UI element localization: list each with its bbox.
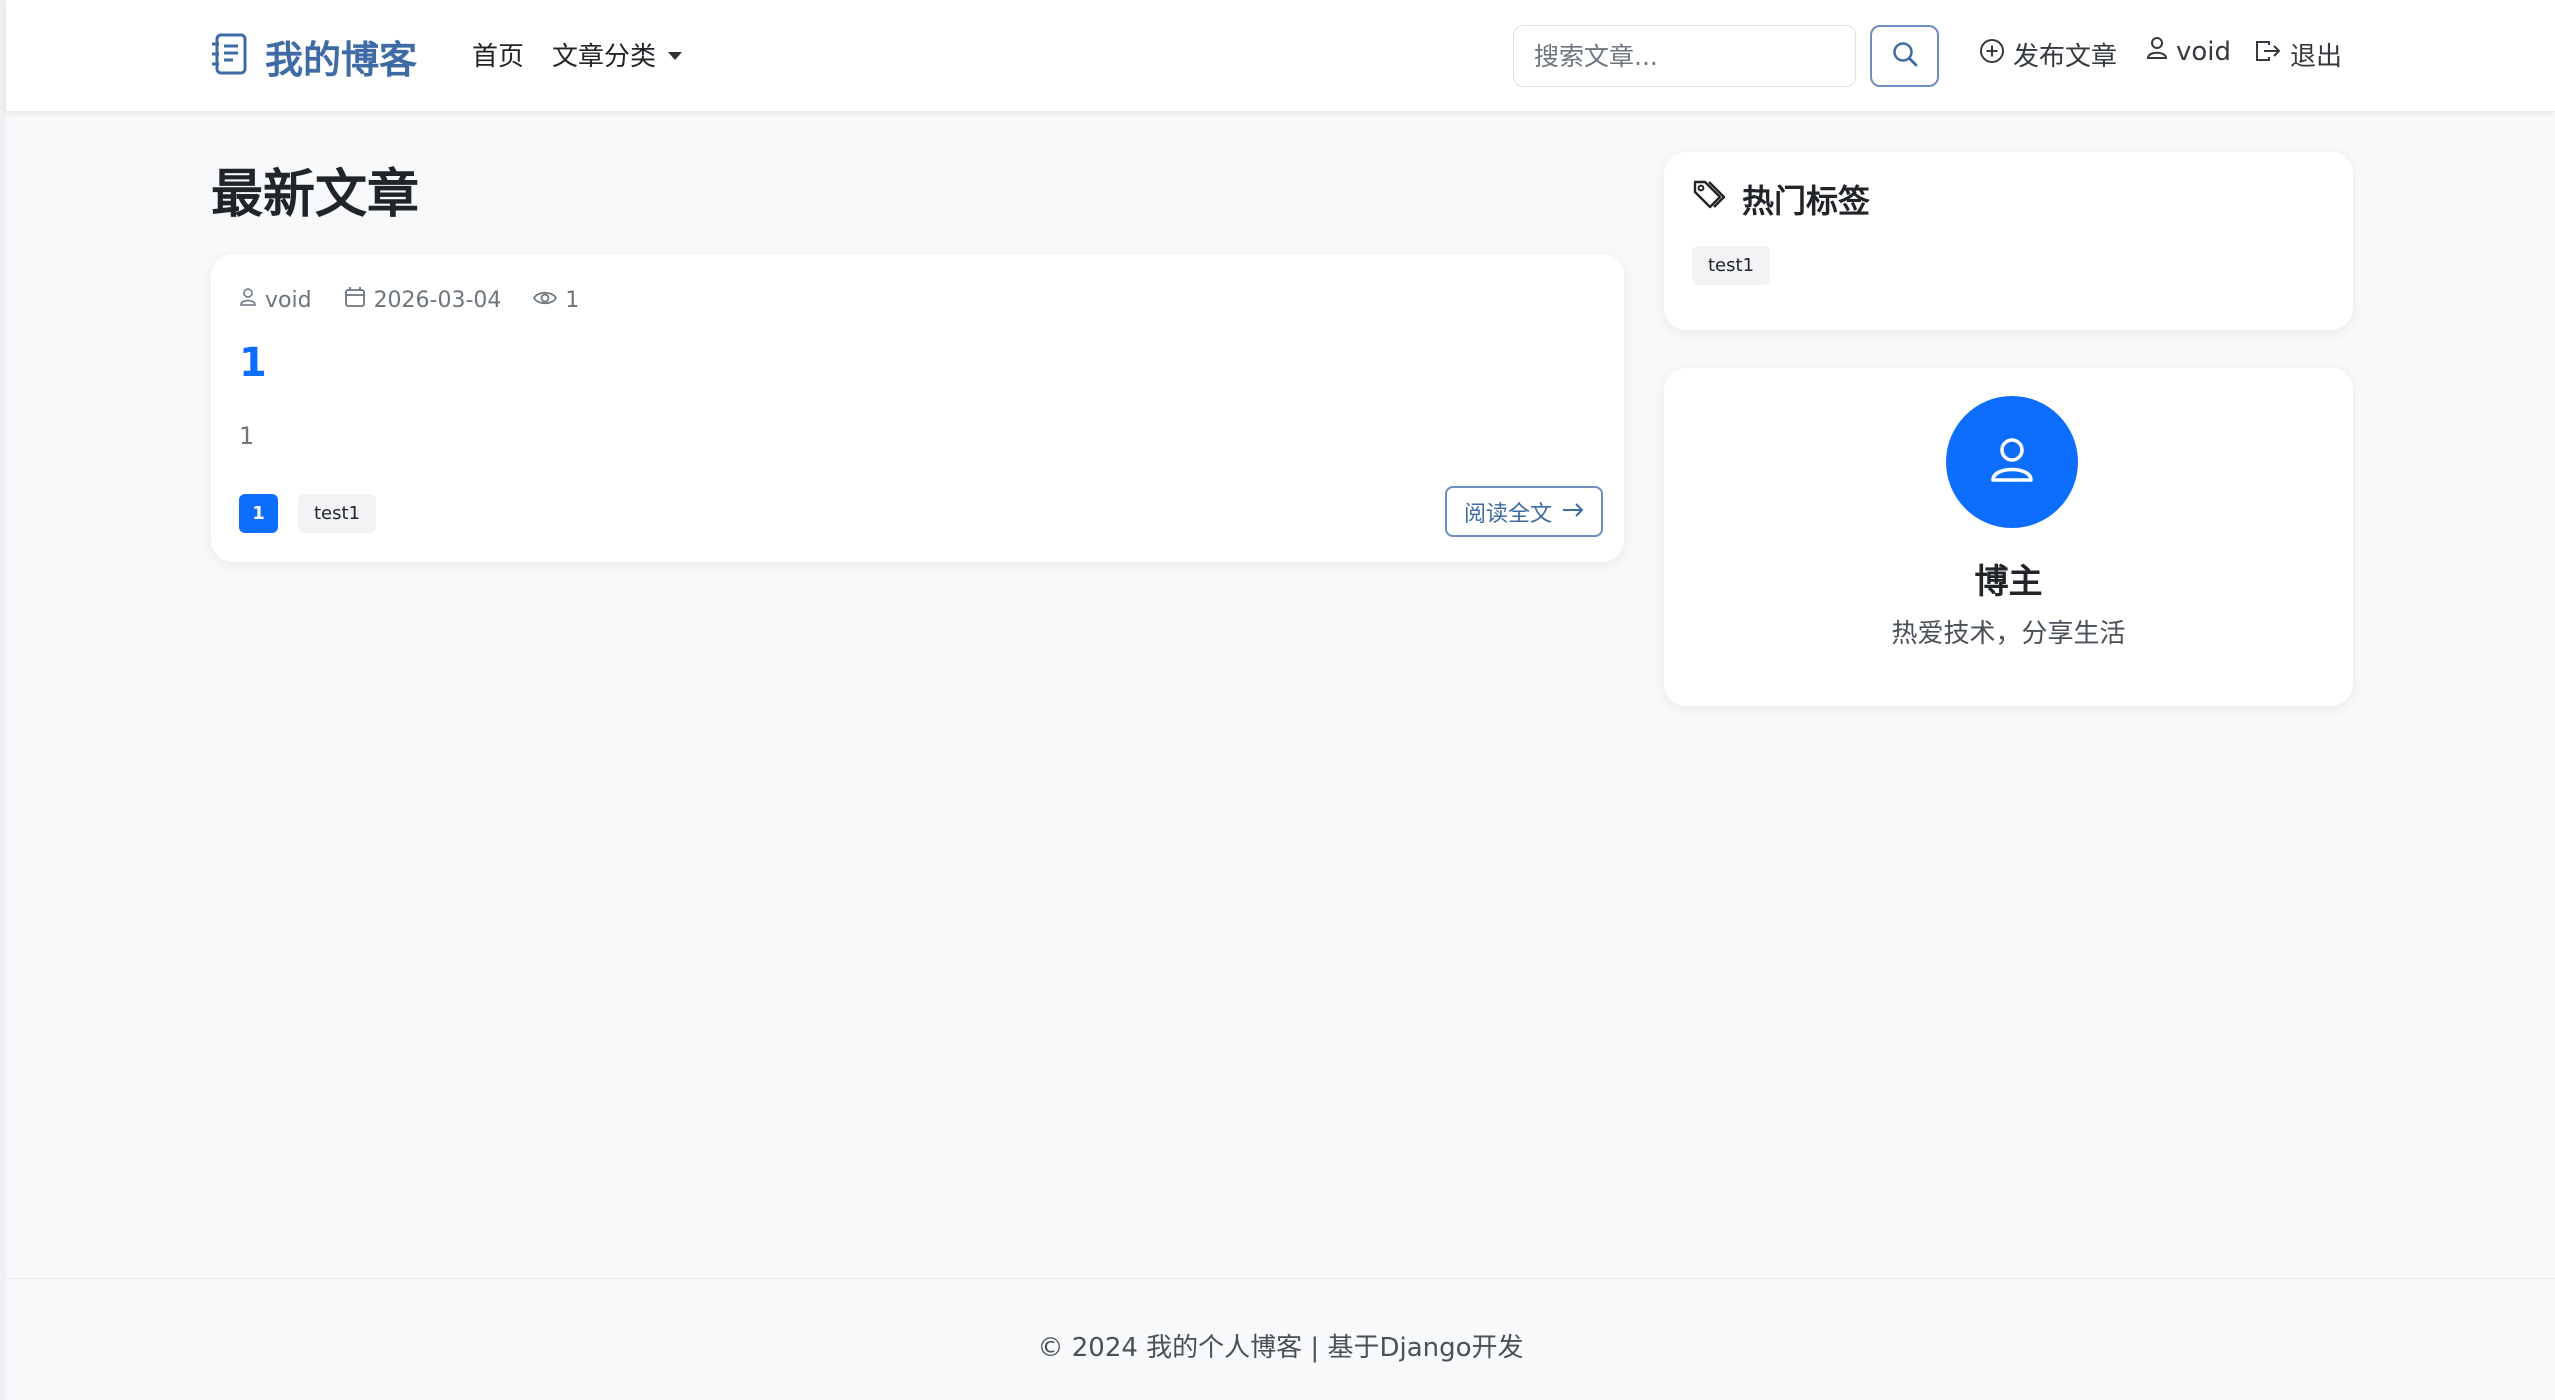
hot-tags-header: 热门标签 [1692, 176, 1870, 222]
page: 我的博客 首页 文章分类 搜索文章... 发布文章 void 退出 最新文章 v… [6, 0, 2555, 1400]
post-date-value: 2026-03-04 [373, 287, 502, 313]
search-button[interactable] [1870, 25, 1939, 87]
page-title: 最新文章 [211, 165, 420, 225]
nav-home[interactable]: 首页 [472, 36, 524, 73]
post-card: void 2026-03-04 1 1 1 1 test1 阅读全文 [211, 254, 1624, 562]
post-views-count: 1 [565, 287, 580, 313]
nav-categories-label: 文章分类 [552, 42, 657, 72]
plus-circle-icon [1979, 38, 2005, 71]
category-badge[interactable]: 1 [239, 494, 278, 533]
nav-categories-dropdown[interactable]: 文章分类 [552, 36, 683, 73]
person-icon [1988, 435, 2036, 489]
post-author: void [239, 287, 312, 313]
journal-text-icon [211, 33, 249, 79]
brand-link[interactable]: 我的博客 [211, 28, 417, 84]
search-icon [1891, 40, 1919, 72]
caret-down-icon [668, 51, 683, 60]
avatar [1946, 396, 2078, 528]
logout-link[interactable]: 退出 [2254, 36, 2342, 73]
person-icon [2146, 36, 2168, 67]
author-bio: 热爱技术，分享生活 [1891, 619, 2126, 649]
post-tags: 1 test1 [239, 494, 377, 533]
nav-home-label: 首页 [472, 42, 525, 72]
footer: © 2024 我的个人博客 | 基于Django开发 [6, 1278, 2555, 1400]
logout-label: 退出 [2290, 42, 2343, 72]
tag-badge[interactable]: test1 [298, 494, 377, 533]
user-profile-link[interactable]: void [2146, 36, 2231, 67]
post-date: 2026-03-04 [344, 286, 502, 314]
publish-post-label: 发布文章 [2013, 42, 2118, 72]
arrow-right-icon [1562, 499, 1584, 524]
navbar: 我的博客 首页 文章分类 搜索文章... 发布文章 void 退出 [6, 0, 2555, 112]
hot-tags-widget: 热门标签 test1 [1664, 152, 2353, 330]
hot-tag-badge[interactable]: test1 [1692, 246, 1771, 285]
search-input[interactable] [1513, 25, 1856, 87]
post-excerpt: 1 [239, 422, 255, 450]
author-name: 博主 [1974, 562, 2043, 602]
eye-icon [533, 288, 558, 313]
tags-icon [1692, 177, 1728, 221]
publish-post-link[interactable]: 发布文章 [1979, 36, 2117, 73]
footer-text: © 2024 我的个人博客 | 基于Django开发 [1037, 1333, 1524, 1363]
post-author-name: void [265, 287, 312, 313]
post-title-link[interactable]: 1 [239, 340, 267, 386]
read-more-button[interactable]: 阅读全文 [1445, 486, 1603, 537]
brand-title: 我的博客 [265, 37, 418, 82]
hot-tags-title: 热门标签 [1742, 182, 1871, 220]
post-meta: void 2026-03-04 1 [239, 286, 611, 314]
read-more-label: 阅读全文 [1463, 501, 1552, 527]
box-arrow-right-icon [2254, 39, 2282, 70]
author-widget: 博主 热爱技术，分享生活 [1664, 368, 2353, 706]
username-label: void [2176, 36, 2232, 67]
person-icon [239, 287, 257, 313]
post-views: 1 [533, 288, 579, 313]
calendar-icon [344, 286, 366, 314]
